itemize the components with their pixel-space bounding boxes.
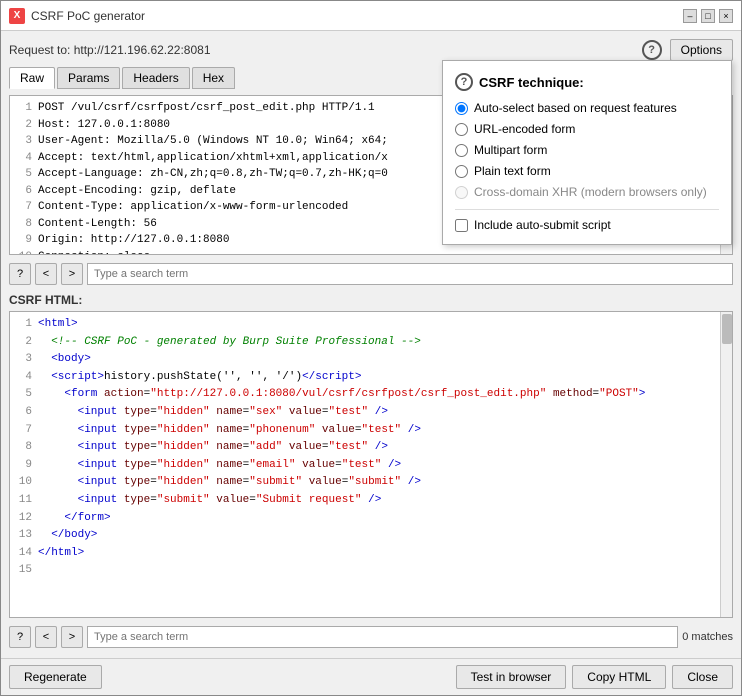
minimize-button[interactable]: – [683, 9, 697, 23]
radio-auto-select[interactable]: Auto-select based on request features [455, 101, 719, 115]
csrf-section: CSRF HTML: 1<html> 2 <!-- CSRF PoC - gen… [9, 293, 733, 618]
html-panel: 1<html> 2 <!-- CSRF PoC - generated by B… [9, 311, 733, 618]
request-url-label: Request to: http://121.196.62.22:8081 [9, 43, 211, 57]
window-title: CSRF PoC generator [31, 9, 145, 23]
csrf-technique-radio-group: Auto-select based on request features UR… [455, 101, 719, 199]
help-small-button[interactable]: ? [9, 263, 31, 285]
title-bar: X CSRF PoC generator – □ × [1, 1, 741, 31]
next-button[interactable]: > [61, 263, 83, 285]
radio-plain-text[interactable]: Plain text form [455, 164, 719, 178]
bottom-search-input[interactable] [87, 626, 678, 648]
request-url-value: http://121.196.62.22:8081 [74, 43, 211, 57]
separator [455, 209, 719, 210]
title-bar-left: X CSRF PoC generator [9, 8, 145, 24]
tab-params[interactable]: Params [57, 67, 120, 89]
radio-multipart[interactable]: Multipart form [455, 143, 719, 157]
copy-html-button[interactable]: Copy HTML [572, 665, 666, 689]
include-script-checkbox[interactable]: Include auto-submit script [455, 218, 719, 232]
html-scrollbar[interactable] [720, 312, 732, 617]
footer-left: Regenerate [9, 665, 102, 689]
tab-headers[interactable]: Headers [122, 67, 189, 89]
dropdown-help-icon: ? [455, 73, 473, 91]
dropdown-title: ? CSRF technique: [455, 73, 719, 91]
footer-bar: Regenerate Test in browser Copy HTML Clo… [1, 658, 741, 695]
bottom-help-button[interactable]: ? [9, 626, 31, 648]
bottom-next-button[interactable]: > [61, 626, 83, 648]
tab-raw[interactable]: Raw [9, 67, 55, 89]
prev-button[interactable]: < [35, 263, 57, 285]
matches-label: 0 matches [682, 631, 733, 643]
help-button[interactable]: ? [642, 40, 662, 60]
html-code-area: 1<html> 2 <!-- CSRF PoC - generated by B… [10, 312, 732, 617]
test-in-browser-button[interactable]: Test in browser [456, 665, 567, 689]
footer-right: Test in browser Copy HTML Close [456, 665, 733, 689]
header-right: ? Options [642, 39, 733, 61]
csrf-html-label: CSRF HTML: [9, 293, 733, 307]
bottom-search-bar: ? < > 0 matches [9, 624, 733, 650]
top-search-bar: ? < > [9, 261, 733, 287]
radio-cross-domain[interactable]: Cross-domain XHR (modern browsers only) [455, 185, 719, 199]
maximize-button[interactable]: □ [701, 9, 715, 23]
radio-url-encoded[interactable]: URL-encoded form [455, 122, 719, 136]
html-scrollbar-thumb [722, 314, 732, 344]
dropdown-panel: ? CSRF technique: Auto-select based on r… [442, 60, 732, 245]
app-icon: X [9, 8, 25, 24]
options-button[interactable]: Options [670, 39, 733, 61]
main-window: X CSRF PoC generator – □ × Request to: h… [0, 0, 742, 696]
close-window-button[interactable]: × [719, 9, 733, 23]
regenerate-button[interactable]: Regenerate [9, 665, 102, 689]
tab-hex[interactable]: Hex [192, 67, 235, 89]
request-header-row: Request to: http://121.196.62.22:8081 ? … [9, 39, 733, 61]
window-controls: – □ × [683, 9, 733, 23]
close-button[interactable]: Close [672, 665, 733, 689]
bottom-prev-button[interactable]: < [35, 626, 57, 648]
top-search-input[interactable] [87, 263, 733, 285]
